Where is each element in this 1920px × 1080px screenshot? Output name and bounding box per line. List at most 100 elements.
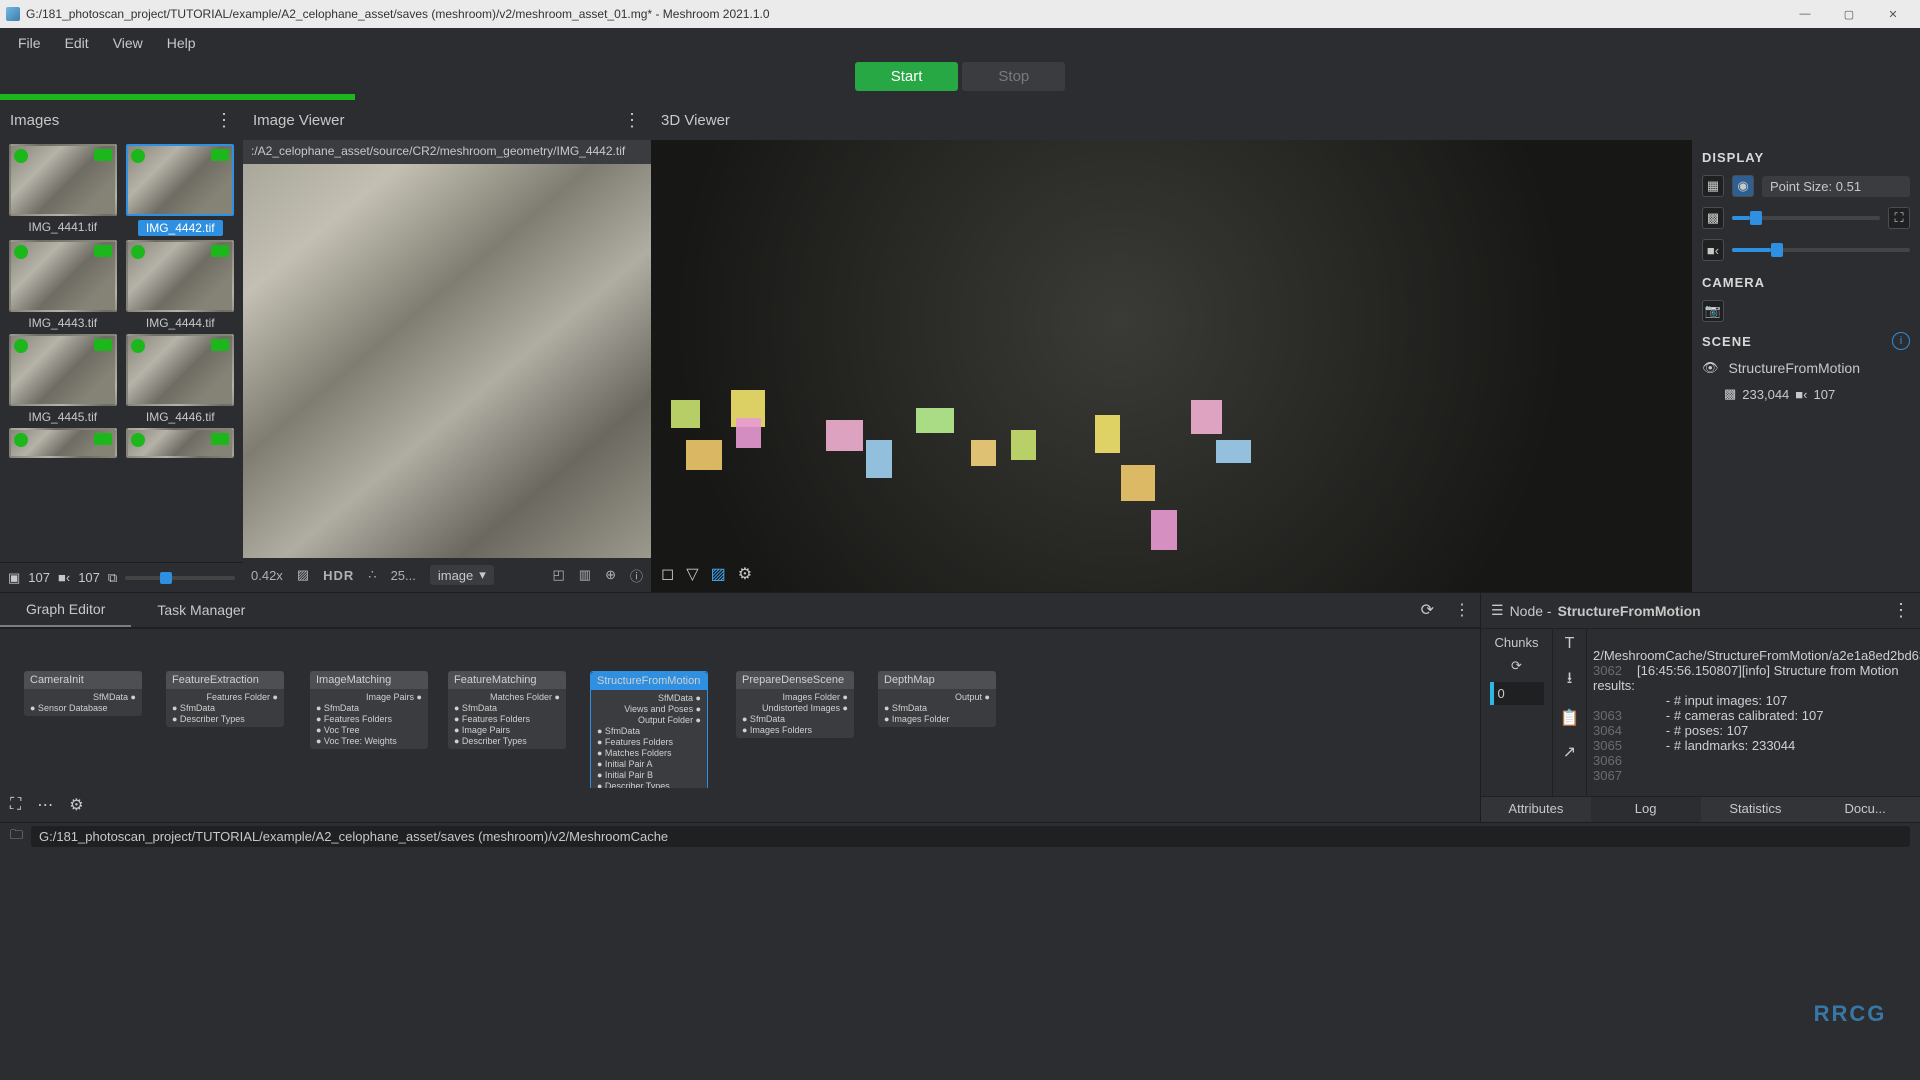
folder-icon: 🗀: [10, 826, 23, 848]
view-mode-dropdown[interactable]: image▾: [430, 565, 494, 585]
camera-frustum[interactable]: [686, 440, 722, 470]
point-size-slider[interactable]: [1732, 216, 1880, 220]
tri-icon[interactable]: ▽: [686, 564, 698, 584]
thumbnail[interactable]: IMG_4446.tif: [124, 334, 238, 424]
graph-node[interactable]: FeatureMatchingMatches Folder ●● SfmData…: [448, 671, 566, 749]
refresh-icon[interactable]: ⟳: [1411, 600, 1444, 620]
cam-badge: [211, 339, 229, 351]
tab-attributes[interactable]: Attributes: [1481, 797, 1591, 822]
graph-node[interactable]: StructureFromMotionSfMData ●Views and Po…: [590, 671, 708, 788]
status-bar: 🗀 G:/181_photoscan_project/TUTORIAL/exam…: [0, 822, 1920, 850]
camera-frustum[interactable]: [826, 420, 863, 451]
graph-node[interactable]: ImageMatchingImage Pairs ●● SfmData● Fea…: [310, 671, 428, 749]
download-icon[interactable]: ⭳: [1567, 667, 1573, 694]
camera-frustum[interactable]: [971, 440, 996, 466]
thumbnail[interactable]: IMG_4443.tif: [6, 240, 120, 330]
image-viewer-menu-icon[interactable]: ⋮: [623, 110, 641, 131]
thumbnail[interactable]: IMG_4444.tif: [124, 240, 238, 330]
globe-icon[interactable]: ⊕: [605, 567, 616, 583]
thumbnail[interactable]: IMG_4442.tif: [124, 144, 238, 236]
camera-frustum[interactable]: [1011, 430, 1036, 460]
start-button[interactable]: Start: [855, 62, 959, 91]
title-bar: G:/181_photoscan_project/TUTORIAL/exampl…: [0, 0, 1920, 28]
bbox-icon[interactable]: ◻: [661, 564, 674, 584]
thumb-size-slider[interactable]: [125, 576, 235, 580]
tab-documentation[interactable]: Docu...: [1810, 797, 1920, 822]
tab-graph-editor[interactable]: Graph Editor: [0, 593, 131, 627]
stats-icon[interactable]: ▥: [579, 567, 591, 583]
more-icon[interactable]: ⋯: [37, 795, 53, 815]
images-menu-icon[interactable]: ⋮: [215, 110, 233, 131]
menu-edit[interactable]: Edit: [55, 31, 99, 55]
zoom-level[interactable]: 0.42x: [251, 568, 283, 583]
clipboard-icon[interactable]: 📋: [1560, 708, 1580, 728]
image-viewport[interactable]: [243, 164, 651, 558]
close-button[interactable]: ✕: [1872, 2, 1914, 26]
graph-node[interactable]: DepthMapOutput ●● SfmData● Images Folder: [878, 671, 996, 727]
thumb-size-icon: ⧉: [108, 570, 117, 586]
checker-icon[interactable]: ▩: [1702, 207, 1724, 229]
fstop-value: 25...: [391, 568, 416, 583]
cam-badge: [94, 149, 112, 161]
camera-frustum[interactable]: [1216, 440, 1251, 463]
maximize-button[interactable]: ▢: [1828, 2, 1870, 26]
node-menu-icon[interactable]: ⋮: [1892, 600, 1910, 621]
minimize-button[interactable]: —: [1784, 2, 1826, 26]
camera-frustum[interactable]: [671, 400, 700, 428]
camera-frustum[interactable]: [1121, 465, 1155, 501]
scene-node-name[interactable]: StructureFromMotion: [1729, 360, 1860, 376]
chunk-0[interactable]: 0: [1490, 682, 1544, 705]
graph-canvas[interactable]: CameraInitSfMData ●● Sensor Database Feat…: [0, 629, 1480, 788]
scene-info-icon[interactable]: i: [1892, 332, 1910, 350]
menu-view[interactable]: View: [103, 31, 153, 55]
fullscreen-icon[interactable]: ⛶: [10, 796, 21, 814]
camera-title: CAMERA: [1702, 275, 1910, 290]
graph-node[interactable]: PrepareDenseSceneImages Folder ●Undistor…: [736, 671, 854, 738]
3d-viewport[interactable]: ◻ ▽ ▨ ⚙: [651, 140, 1692, 592]
text-icon[interactable]: T: [1565, 635, 1575, 653]
chunks-refresh-icon[interactable]: ⟳: [1511, 658, 1522, 674]
camera-frustum[interactable]: [916, 408, 954, 433]
thumbnail[interactable]: [6, 428, 120, 458]
cam-toggle-icon[interactable]: ■‹: [1702, 239, 1724, 261]
thumbnail-label: IMG_4443.tif: [28, 316, 97, 330]
graph-node[interactable]: CameraInitSfMData ●● Sensor Database: [24, 671, 142, 716]
camera-frustum[interactable]: [736, 418, 761, 448]
graph-node[interactable]: FeatureExtractionFeatures Folder ●● SfmD…: [166, 671, 284, 727]
tab-task-manager[interactable]: Task Manager: [131, 594, 271, 626]
tab-statistics[interactable]: Statistics: [1701, 797, 1811, 822]
camera-frustum[interactable]: [1151, 510, 1177, 550]
crop-icon[interactable]: ◰: [552, 567, 564, 583]
status-badge: [131, 245, 145, 259]
status-badge: [14, 245, 28, 259]
settings-icon[interactable]: ⚙: [69, 795, 83, 815]
info-icon[interactable]: ⓘ: [630, 566, 643, 585]
tab-log[interactable]: Log: [1591, 797, 1701, 822]
cam-size-slider[interactable]: [1732, 248, 1910, 252]
thumbnail[interactable]: IMG_4445.tif: [6, 334, 120, 424]
thumbnail[interactable]: [124, 428, 238, 458]
grid-icon[interactable]: ▦: [1702, 175, 1724, 197]
menu-help[interactable]: Help: [157, 31, 206, 55]
cache-path[interactable]: G:/181_photoscan_project/TUTORIAL/exampl…: [31, 826, 1910, 847]
chunks-label: Chunks: [1494, 635, 1538, 650]
snapshot-icon[interactable]: 📷: [1702, 300, 1724, 322]
expand-icon[interactable]: ⛶: [1888, 207, 1910, 229]
camera-frustum[interactable]: [866, 440, 892, 478]
graph-menu-icon[interactable]: ⋮: [1444, 600, 1480, 620]
channels-icon[interactable]: ▨: [297, 567, 309, 583]
images-panel: IMG_4441.tif IMG_4442.tif IMG_4443.tif IMG_…: [0, 140, 243, 592]
hdr-toggle[interactable]: HDR: [323, 568, 354, 583]
menu-file[interactable]: File: [8, 31, 51, 55]
log-output[interactable]: 2/MeshroomCache/StructureFromMotion/a2e1…: [1587, 629, 1920, 796]
fstop-icon[interactable]: ∴: [368, 567, 376, 583]
open-ext-icon[interactable]: ↗: [1563, 742, 1576, 762]
camera-frustum[interactable]: [1191, 400, 1222, 434]
gear-icon[interactable]: ⚙: [738, 564, 752, 584]
eye-icon[interactable]: 👁: [1702, 360, 1719, 376]
hatch-icon[interactable]: ▨: [711, 564, 726, 584]
thumbnail[interactable]: IMG_4441.tif: [6, 144, 120, 236]
camera-frustum[interactable]: [1095, 415, 1120, 453]
point-icon[interactable]: ◉: [1732, 175, 1754, 197]
thumbnail-label: IMG_4442.tif: [138, 220, 223, 236]
